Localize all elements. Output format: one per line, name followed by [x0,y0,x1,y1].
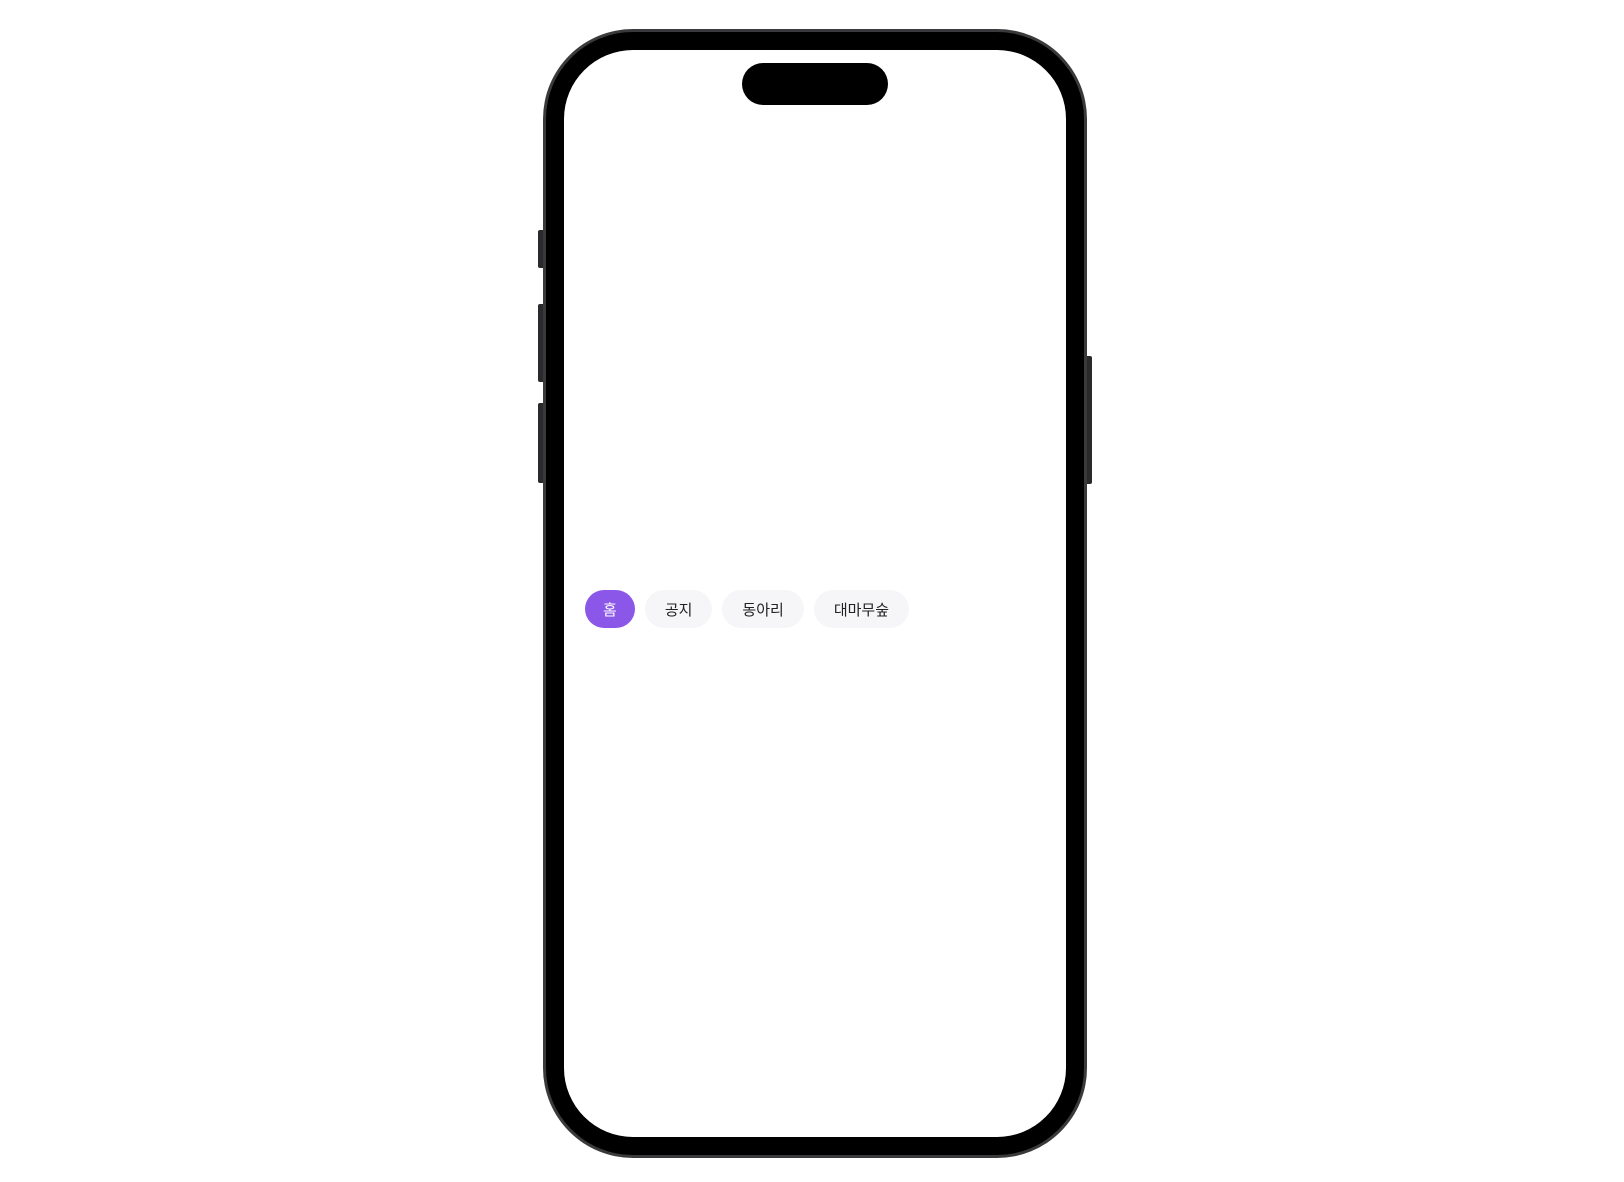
phone-bezel: 홈 공지 동아리 대마무숲 [546,32,1084,1155]
tab-notice[interactable]: 공지 [644,590,713,628]
tab-bamboo-forest[interactable]: 대마무숲 [813,590,910,628]
phone-screen: 홈 공지 동아리 대마무숲 [564,50,1066,1137]
dynamic-island [742,63,888,105]
tab-club[interactable]: 동아리 [722,590,804,628]
category-tab-bar: 홈 공지 동아리 대마무숲 [585,590,910,628]
canvas: 홈 공지 동아리 대마무숲 [0,0,1624,1182]
phone-frame: 홈 공지 동아리 대마무숲 [543,29,1087,1158]
tab-home[interactable]: 홈 [585,590,635,628]
